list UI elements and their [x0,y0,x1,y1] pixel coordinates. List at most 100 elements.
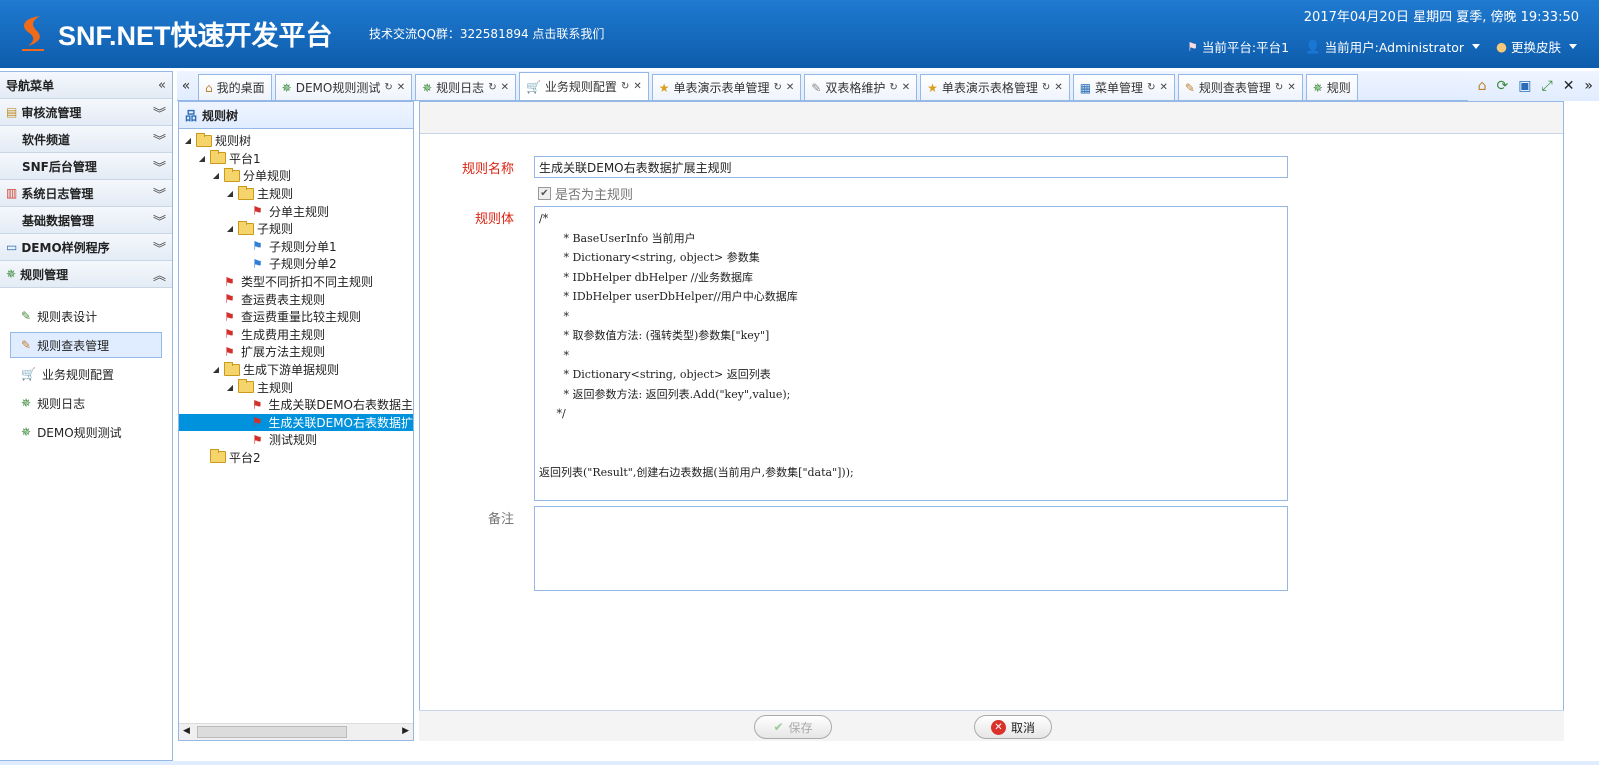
tab[interactable]: ✎ 规则查表管理 ↻ ✕ [1177,74,1303,100]
close-all-icon[interactable]: ✕ [1563,78,1575,94]
tree-node[interactable]: ⚑ 生成费用主规则 [179,326,413,344]
tab-close-icon[interactable]: ✕ [1159,82,1167,93]
check-icon: ✔ [773,720,784,734]
tree-node[interactable]: ⚑ 查运费表主规则 [179,290,413,308]
tab-scroll-left-icon[interactable]: « [177,71,195,100]
rule-name-field[interactable]: 生成关联DEMO右表数据扩展主规则 [534,156,1288,178]
tab-close-icon[interactable]: ✕ [397,82,405,93]
skin-menu[interactable]: ● 更换皮肤 [1496,37,1577,56]
remark-textarea[interactable] [534,506,1288,591]
menu-section[interactable]: ▤ 审核流管理 ︾ [0,99,172,126]
tree-toggle-icon[interactable]: ◢ [211,365,221,374]
home-icon[interactable]: ⌂ [1478,78,1487,94]
scroll-left-icon[interactable]: ◀ [183,726,190,736]
remark-label: 备注 [487,512,514,527]
tree-node[interactable]: ⚑ 扩展方法主规则 [179,343,413,361]
tab-close-icon[interactable]: ✕ [786,82,794,93]
submenu-item[interactable]: ✎ 规则查表管理 [10,332,162,358]
tree-toggle-icon[interactable]: ◢ [225,383,235,392]
tree-node[interactable]: ◢ 生成下游单据规则 [179,361,413,379]
tree-toggle-icon[interactable]: ◢ [211,171,221,180]
tab-refresh-icon[interactable]: ↻ [488,82,496,93]
fullscreen-icon[interactable]: ▣ [1518,78,1531,94]
rule-tree: ◢ 规则树 ◢ 平台1 ◢ 分单规则 ◢ 主规则 ⚑ 分单主规则 ◢ 子规则 ⚑ 子规则分单1 ⚑ 子规则分单… [179,129,413,723]
tab-close-icon[interactable]: ✕ [1287,82,1295,93]
tree-node[interactable]: ⚑ 测试规则 [179,431,413,449]
tab-close-icon[interactable]: ✕ [902,82,910,93]
menu-section[interactable]: ✵ 规则管理 ︽ [0,261,172,288]
tab-tools: ⌂ ⟳ ▣ ⤢ ✕ » [1467,71,1599,101]
tree-toggle-icon[interactable]: ◢ [225,189,235,198]
tab-icon: ✵ [422,80,433,95]
checkbox-icon[interactable]: ✔ [538,187,551,200]
cancel-button[interactable]: ✕ 取消 [974,715,1052,739]
tree-node[interactable]: ⚑ 查运费重量比较主规则 [179,308,413,326]
submenu-item-label: 规则日志 [37,396,86,411]
tab-close-icon[interactable]: ✕ [1054,82,1062,93]
user-menu[interactable]: 👤 当前用户:Administrator [1305,37,1481,56]
tree-node[interactable]: 平台2 [179,449,413,467]
platform-switch[interactable]: ⚑ 当前平台:平台1 [1187,37,1289,56]
menu-section[interactable]: 软件频道 ︾ [0,126,172,153]
scroll-right-icon[interactable]: ▶ [402,726,409,736]
tab-close-icon[interactable]: ✕ [501,82,509,93]
submenu-item[interactable]: ✵ 规则日志 [10,390,162,416]
tree-node-label: 平台1 [229,151,261,166]
tab[interactable]: ★ 单表演示表格管理 ↻ ✕ [920,74,1070,100]
tab[interactable]: ✎ 双表格维护 ↻ ✕ [804,74,918,100]
tree-node[interactable]: ◢ 平台1 [179,150,413,168]
tree-node[interactable]: ◢ 规则树 [179,132,413,150]
tab-close-icon[interactable]: ✕ [633,81,641,92]
submenu-item[interactable]: ✵ DEMO规则测试 [10,419,162,445]
menu-section[interactable]: ▥ 系统日志管理 ︾ [0,180,172,207]
tab[interactable]: ✵ 规则 [1305,74,1358,100]
tree-node-label: 生成费用主规则 [241,327,326,342]
tab-refresh-icon[interactable]: ↻ [621,81,629,92]
tree-node[interactable]: ◢ 子规则 [179,220,413,238]
tree-node[interactable]: ⚑ 子规则分单2 [179,255,413,273]
submenu-item[interactable]: ✎ 规则表设计 [10,303,162,329]
tab-refresh-icon[interactable]: ↻ [774,82,782,93]
tab[interactable]: ✵ DEMO规则测试 ↻ ✕ [274,74,413,100]
tab-refresh-icon[interactable]: ↻ [1275,82,1283,93]
tree-node[interactable]: ◢ 主规则 [179,378,413,396]
chevron-down-icon: ︾ [152,160,166,176]
tab[interactable]: ⌂ 我的桌面 [198,74,272,100]
tree-node-label: 分单规则 [243,169,292,184]
tab-refresh-icon[interactable]: ↻ [889,82,897,93]
menu-section[interactable]: ▭ DEMO样例程序 ︾ [0,234,172,261]
is-main-rule[interactable]: ✔ 是否为主规则 [538,184,633,203]
folder-icon [210,150,226,165]
menu-section[interactable]: 基础数据管理 ︾ [0,207,172,234]
tree-toggle-icon[interactable]: ◢ [183,136,193,145]
tab-refresh-icon[interactable]: ↻ [384,82,392,93]
tree-horizontal-scrollbar[interactable]: ◀ ▶ [179,723,413,740]
tree-node[interactable]: ◢ 分单规则 [179,167,413,185]
tab[interactable]: ✵ 规则日志 ↻ ✕ [415,74,516,100]
submenu-item[interactable]: 🛒 业务规则配置 [10,361,162,387]
tree-node[interactable]: ⚑ 分单主规则 [179,202,413,220]
tree-node[interactable]: ⚑ 类型不同折扣不同主规则 [179,273,413,291]
tab[interactable]: ▦ 菜单管理 ↻ ✕ [1072,74,1175,100]
tree-node[interactable]: ⚑ 子规则分单1 [179,238,413,256]
tab-refresh-icon[interactable]: ↻ [1042,82,1050,93]
form-toolbar [420,102,1563,134]
rule-body-textarea[interactable]: /* * BaseUserInfo 当前用户 * Dictionary<stri… [534,206,1288,501]
refresh-icon[interactable]: ⟳ [1497,78,1509,94]
tab[interactable]: ★ 单表演示表单管理 ↻ ✕ [651,74,802,100]
tree-node-label: 类型不同折扣不同主规则 [241,275,374,290]
expand-icon[interactable]: ⤢ [1541,78,1552,94]
tab[interactable]: 🛒 业务规则配置 ↻ ✕ [518,72,649,100]
tree-toggle-icon[interactable]: ◢ [225,224,235,233]
tab-refresh-icon[interactable]: ↻ [1147,82,1155,93]
save-button[interactable]: ✔ 保存 [754,715,832,739]
menu-section[interactable]: SNF后台管理 ︾ [0,153,172,180]
tree-node[interactable]: ⚑ 生成关联DEMO右表数据扩 [179,413,413,432]
tree-node[interactable]: ⚑ 生成关联DEMO右表数据主 [179,396,413,414]
tree-node[interactable]: ◢ 主规则 [179,185,413,203]
tree-toggle-icon[interactable]: ◢ [197,154,207,163]
collapse-left-icon[interactable]: « [158,78,166,93]
scrollbar-thumb[interactable] [197,726,347,738]
tab-scroll-right-icon[interactable]: » [1584,78,1593,94]
qq-contact-link[interactable]: 技术交流QQ群：322581894 点击联系我们 [369,25,604,42]
